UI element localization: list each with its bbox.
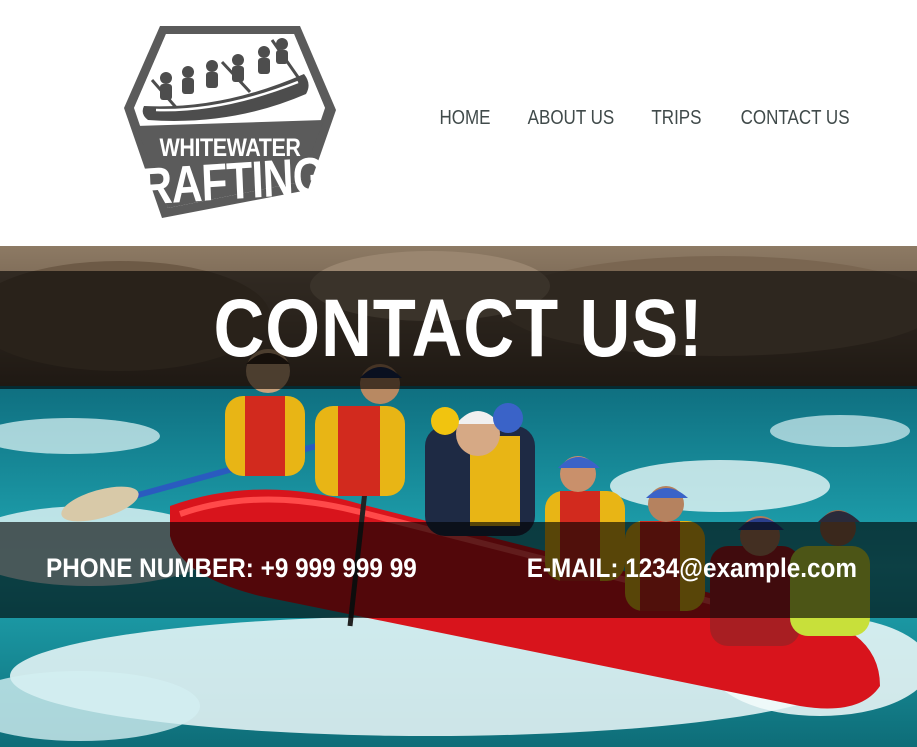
whitewater-rafting-logo[interactable]: WHITEWATER RAFTING [122, 22, 338, 222]
page-title: CONTACT US! [213, 283, 704, 374]
site-header: WHITEWATER RAFTING HOME ABOUT US TRIPS C… [0, 0, 917, 246]
email-address[interactable]: E-MAIL: 1234@example.com [527, 553, 857, 584]
nav-about-us[interactable]: ABOUT US [528, 107, 615, 130]
main-nav: HOME ABOUT US TRIPS CONTACT US [435, 107, 859, 130]
nav-trips[interactable]: TRIPS [651, 107, 701, 130]
nav-home[interactable]: HOME [440, 107, 491, 130]
phone-number: PHONE NUMBER: +9 999 999 99 [46, 553, 417, 583]
hero-section: CONTACT US! PHONE NUMBER: +9 999 999 99 … [0, 246, 917, 747]
logo-line-2: RAFTING [140, 146, 327, 217]
nav-contact-us[interactable]: CONTACT US [740, 107, 849, 130]
